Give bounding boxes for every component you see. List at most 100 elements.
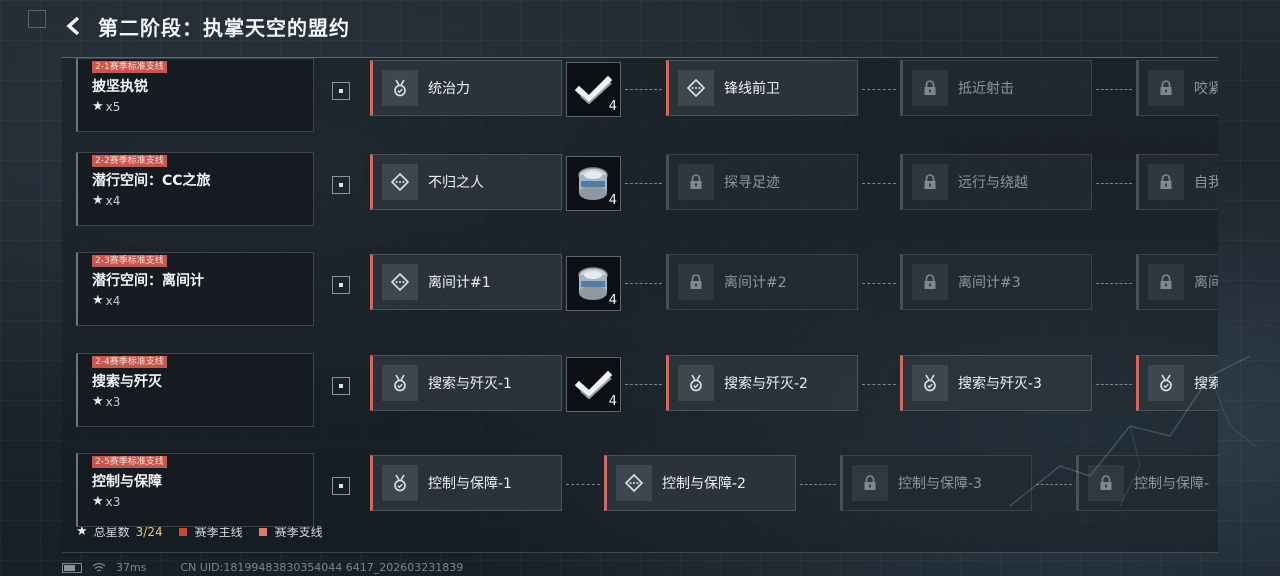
reward-item[interactable]: 4 [566,357,621,412]
task-node-label: 控制与保障-1 [428,476,512,492]
diamond-dots-icon [678,70,714,106]
stage-stars: ★ x3 [92,494,120,509]
diamond-dots-icon [382,164,418,200]
reward-item[interactable]: 4 [566,156,621,211]
node-connector [625,283,662,284]
medal-icon [678,365,714,401]
medal-icon [382,365,418,401]
task-node[interactable]: 自我 [1136,154,1218,210]
reward-item[interactable]: 4 [566,256,621,311]
stage-stars: ★ x5 [92,99,120,114]
expand-dot-icon [339,183,343,187]
corner-marker [28,10,46,28]
stage-card[interactable]: 2-1赛季标准支线披坚执锐 ★ x5 [76,58,314,132]
stage-card[interactable]: 2-2赛季标准支线 潜行空间：CC之旅 ★ x4 [76,152,314,226]
node-connector [800,484,836,485]
task-node-label: 搜索与歼灭-1 [428,376,512,392]
task-node[interactable]: 锋线前卫 [666,60,858,116]
task-node-label: 控制与保障-2 [662,476,746,492]
stage-stars: ★ x4 [92,293,120,308]
task-node-label: 离间计#1 [428,275,491,291]
task-node[interactable]: 离间 [1136,254,1218,310]
lock-icon [678,164,714,200]
page-title: 第二阶段：执掌天空的盟约 [98,15,350,40]
back-button[interactable] [60,12,88,40]
stage-row: 2-1赛季标准支线披坚执锐 ★x5 统治力 锋线前卫 抵近射击 咬紧 4 [62,58,1218,134]
medal-icon [912,365,948,401]
task-node[interactable]: 控制与保障-1 [370,455,562,511]
task-node[interactable]: 咬紧 [1136,60,1218,116]
task-node[interactable]: 远行与绕越 [900,154,1092,210]
task-node-label: 搜索与歼灭-2 [724,376,808,392]
star-icon: ★ [92,293,104,308]
stage-card[interactable]: 2-5赛季标准支线控制与保障 ★ x3 [76,453,314,527]
task-node-label: 不归之人 [428,175,484,191]
expand-toggle[interactable] [332,477,350,495]
task-node[interactable]: 搜索与歼灭-1 [370,355,562,411]
node-connector [1096,183,1132,184]
task-node[interactable]: 探寻足迹 [666,154,858,210]
star-icon: ★ [92,494,104,509]
task-node[interactable]: 离间计#2 [666,254,858,310]
stage-star-count: x4 [105,193,121,208]
task-node[interactable]: 离间计#1 [370,254,562,310]
task-node[interactable]: 抵近射击 [900,60,1092,116]
task-node-label: 抵近射击 [958,81,1014,97]
node-connector [862,283,896,284]
reward-count: 4 [608,99,617,114]
node-connector [1096,283,1132,284]
node-connector [566,484,600,485]
expand-toggle[interactable] [332,377,350,395]
stage-card[interactable]: 2-4赛季标准支线 搜索与歼灭 ★ x3 [76,353,314,427]
lock-icon [912,70,948,106]
reward-count: 4 [608,193,617,208]
task-node-label: 锋线前卫 [724,81,780,97]
node-connector [625,89,662,90]
star-icon: ★ [92,99,104,114]
stage-card[interactable]: 2-3赛季标准支线潜行空间：离间计 ★ x4 [76,252,314,326]
task-node-label: 统治力 [428,81,470,97]
task-node[interactable]: 统治力 [370,60,562,116]
stage-stars: ★ x3 [92,394,120,409]
stage-tag: 2-2赛季标准支线 [92,155,167,167]
lock-icon [912,164,948,200]
stage-name: 控制与保障 [92,474,162,490]
stage-name: 披坚执锐 [92,79,148,95]
expand-dot-icon [339,89,343,93]
expand-dot-icon [339,484,343,488]
node-connector [625,183,662,184]
stage-name: 潜行空间：离间计 [92,273,204,289]
reward-item[interactable]: 4 [566,62,621,117]
diamond-dots-icon [382,264,418,300]
task-node[interactable]: 离间计#3 [900,254,1092,310]
medal-icon [382,465,418,501]
expand-toggle[interactable] [332,82,350,100]
diamond-dots-icon [616,465,652,501]
node-connector [862,384,896,385]
stage-tag: 2-1赛季标准支线 [92,61,167,73]
page-header: 第二阶段：执掌天空的盟约 [60,8,350,44]
task-node-label: 探寻足迹 [724,175,780,191]
task-node[interactable]: 控制与保障-2 [604,455,796,511]
lock-icon [852,465,888,501]
task-node-label: 控制与保障-3 [898,476,982,492]
stage-name: 搜索与歼灭 [92,374,162,390]
expand-dot-icon [339,283,343,287]
task-node-label: 离间计#3 [958,275,1021,291]
task-node-label: 远行与绕越 [958,175,1028,191]
ping-text: 37ms [116,561,147,574]
stage-star-count: x5 [105,99,121,114]
stage-row: 2-2赛季标准支线潜行空间：CC之旅 ★x4 不归之人 探寻足迹 远行与绕越 自我 4 [62,152,1218,228]
expand-toggle[interactable] [332,176,350,194]
stage-tag: 2-5赛季标准支线 [92,456,167,468]
node-connector [1096,89,1132,90]
medal-icon [382,70,418,106]
stage-tag: 2-3赛季标准支线 [92,255,167,267]
lock-icon [1148,264,1184,300]
star-icon: ★ [92,394,104,409]
wifi-icon [92,562,106,571]
task-node[interactable]: 不归之人 [370,154,562,210]
task-node[interactable]: 搜索与歼灭-2 [666,355,858,411]
reward-count: 4 [608,293,617,308]
expand-toggle[interactable] [332,276,350,294]
